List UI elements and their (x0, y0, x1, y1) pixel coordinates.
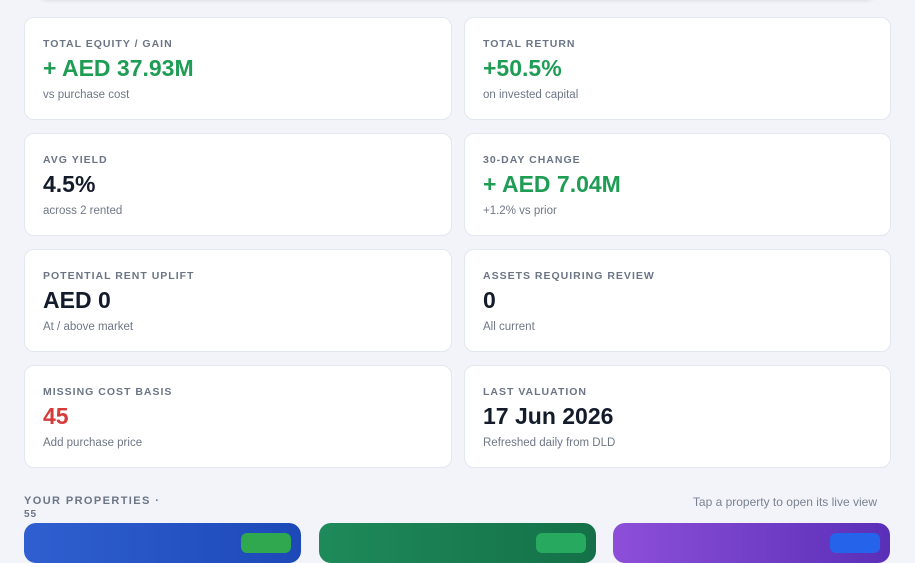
kpi-subtext: vs purchase cost (43, 89, 130, 101)
kpi-label: 30-DAY CHANGE (483, 154, 581, 166)
kpi-subtext: on invested capital (483, 89, 579, 101)
kpi-label: LAST VALUATION (483, 386, 588, 398)
property-card[interactable] (319, 523, 596, 563)
properties-section-title: YOUR PROPERTIES · 55 (24, 495, 184, 521)
properties-title-text: YOUR PROPERTIES · (24, 495, 161, 507)
kpi-card-total-equity: TOTAL EQUITY / GAIN + AED 37.93M vs purc… (24, 17, 452, 120)
kpi-subtext: +1.2% vs prior (483, 205, 557, 217)
kpi-value: AED 0 (43, 287, 111, 313)
kpi-label: MISSING COST BASIS (43, 386, 173, 398)
kpi-card-rent-uplift: POTENTIAL RENT UPLIFT AED 0 At / above m… (24, 249, 452, 352)
property-card[interactable] (613, 523, 890, 563)
kpi-card-assets-review: ASSETS REQUIRING REVIEW 0 All current (464, 249, 891, 352)
kpi-value: + AED 7.04M (483, 171, 621, 197)
kpi-value: 17 Jun 2026 (483, 403, 614, 429)
kpi-card-total-return: TOTAL RETURN +50.5% on invested capital (464, 17, 891, 120)
kpi-label: AVG YIELD (43, 154, 108, 166)
kpi-value: 45 (43, 403, 69, 429)
kpi-card-missing-cost-basis[interactable]: MISSING COST BASIS 45 Add purchase price (24, 365, 452, 468)
kpi-subtext: Refreshed daily from DLD (483, 437, 616, 449)
kpi-subtext: All current (483, 321, 535, 333)
kpi-subtext: Add purchase price (43, 437, 143, 449)
kpi-label: TOTAL EQUITY / GAIN (43, 38, 173, 50)
kpi-label: TOTAL RETURN (483, 38, 576, 50)
properties-hint: Tap a property to open its live view (692, 495, 877, 509)
kpi-subtext: At / above market (43, 321, 134, 333)
kpi-card-last-valuation: LAST VALUATION 17 Jun 2026 Refreshed dai… (464, 365, 891, 468)
property-status-badge (241, 533, 291, 553)
kpi-label: POTENTIAL RENT UPLIFT (43, 270, 195, 282)
kpi-value: + AED 37.93M (43, 55, 194, 81)
kpi-grid: TOTAL EQUITY / GAIN + AED 37.93M vs purc… (24, 17, 891, 468)
properties-count: 55 (24, 509, 38, 520)
kpi-value: +50.5% (483, 55, 562, 81)
property-card[interactable] (24, 523, 301, 563)
kpi-value: 4.5% (43, 171, 96, 197)
kpi-card-avg-yield: AVG YIELD 4.5% across 2 rented (24, 133, 452, 236)
property-status-badge (830, 533, 880, 553)
kpi-value: 0 (483, 287, 496, 313)
property-status-badge (536, 533, 586, 553)
kpi-label: ASSETS REQUIRING REVIEW (483, 270, 655, 282)
kpi-card-30-day-change: 30-DAY CHANGE + AED 7.04M +1.2% vs prior (464, 133, 891, 236)
kpi-subtext: across 2 rented (43, 205, 123, 217)
